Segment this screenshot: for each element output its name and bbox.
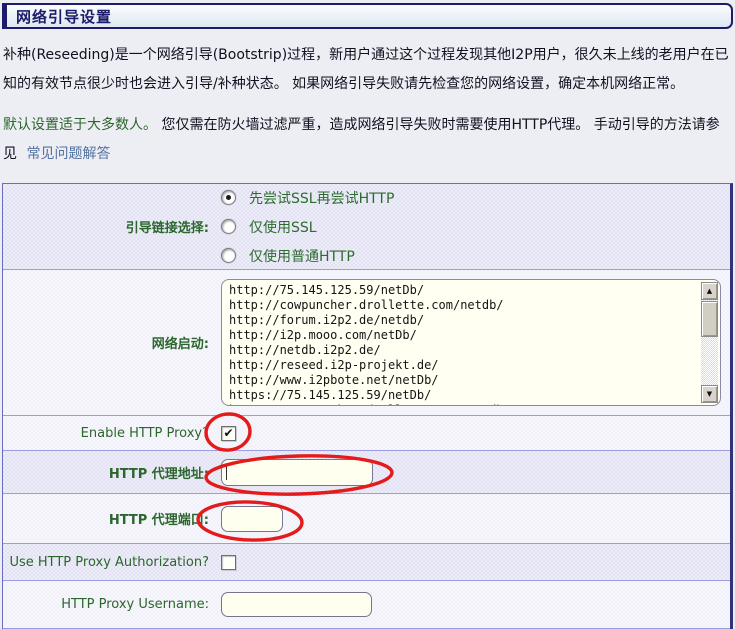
- radio-option-label: 仅使用SSL: [249, 217, 317, 237]
- checkmark-icon: ✔: [223, 426, 233, 440]
- reseed-settings-form: 引导链接选择: 先尝试SSL再尝试HTTP 仅使用SSL 仅使用普通HTTP 网…: [2, 183, 733, 629]
- reseed-url: https://75.145.125.59/netDb/: [229, 388, 694, 403]
- scrollbar-thumb[interactable]: [701, 301, 718, 337]
- radio-option-label: 仅使用普通HTTP: [249, 246, 355, 266]
- bootstrap-choice-label: 引导链接选择:: [3, 217, 215, 236]
- note-lead: 默认设置适于大多数人。: [3, 117, 157, 133]
- row-enable-proxy: Enable HTTP Proxy? ✔: [3, 416, 730, 451]
- proxy-port-label: HTTP 代理端口:: [3, 509, 215, 528]
- radio-option-label: 先尝试SSL再尝试HTTP: [249, 188, 394, 208]
- row-netboot-urls: 网络启动: http://75.145.125.59/netDb/ http:/…: [3, 270, 730, 416]
- text-caret: [226, 465, 227, 480]
- radio-button-icon[interactable]: [221, 190, 236, 205]
- page-title: 网络引导设置: [16, 6, 112, 27]
- radio-option-http-only[interactable]: 仅使用普通HTTP: [221, 246, 730, 266]
- proxy-host-label: HTTP 代理地址:: [3, 463, 215, 482]
- row-proxy-username: HTTP Proxy Username:: [3, 581, 730, 629]
- intro-text: 补种(Reseeding)是一个网络引导(Bootstrip)过程，新用户通过这…: [3, 47, 729, 92]
- reseed-url-list: http://75.145.125.59/netDb/ http://cowpu…: [222, 280, 720, 406]
- proxy-port-input[interactable]: [221, 506, 283, 532]
- scrollbar-up-button[interactable]: ▲: [701, 282, 718, 300]
- bootstrap-radio-group: 先尝试SSL再尝试HTTP 仅使用SSL 仅使用普通HTTP: [221, 188, 730, 266]
- reseed-url-textarea[interactable]: http://75.145.125.59/netDb/ http://cowpu…: [221, 279, 721, 406]
- reseed-url: http://cowpuncher.drollette.com/netdb/: [229, 298, 694, 313]
- reseed-url: http://i2p.mooo.com/netDb/: [229, 328, 694, 343]
- proxy-auth-label: Use HTTP Proxy Authorization?: [3, 555, 215, 570]
- intro-paragraph: 补种(Reseeding)是一个网络引导(Bootstrip)过程，新用户通过这…: [3, 41, 732, 99]
- faq-link[interactable]: 常见问题解答: [26, 146, 110, 162]
- proxy-username-input[interactable]: [221, 592, 372, 617]
- scroll-up-icon: ▲: [707, 287, 712, 295]
- page-title-bar: 网络引导设置: [2, 3, 733, 29]
- reseed-url: http://forum.i2p2.de/netdb/: [229, 313, 694, 328]
- row-proxy-auth: Use HTTP Proxy Authorization?: [3, 544, 730, 581]
- reseed-url: https://cowpuncher.drollette.com/netdb/: [229, 403, 694, 406]
- row-proxy-host: HTTP 代理地址:: [3, 451, 730, 494]
- proxy-host-input[interactable]: [221, 459, 373, 486]
- enable-proxy-label: Enable HTTP Proxy?: [3, 426, 215, 441]
- proxy-auth-checkbox[interactable]: [221, 555, 236, 570]
- netboot-label: 网络启动:: [3, 333, 215, 352]
- scrollbar[interactable]: ▲ ▼: [701, 282, 718, 403]
- radio-button-icon[interactable]: [221, 248, 236, 263]
- row-proxy-port: HTTP 代理端口:: [3, 494, 730, 544]
- proxy-username-label: HTTP Proxy Username:: [3, 597, 215, 612]
- radio-button-icon[interactable]: [221, 219, 236, 234]
- row-bootstrap-choice: 引导链接选择: 先尝试SSL再尝试HTTP 仅使用SSL 仅使用普通HTTP: [3, 184, 730, 270]
- reseed-url: http://netdb.i2p2.de/: [229, 343, 694, 358]
- reseed-url: http://reseed.i2p-projekt.de/: [229, 358, 694, 373]
- scroll-down-icon: ▼: [707, 390, 712, 398]
- radio-option-ssl-then-http[interactable]: 先尝试SSL再尝试HTTP: [221, 188, 730, 208]
- radio-option-ssl-only[interactable]: 仅使用SSL: [221, 217, 730, 237]
- scrollbar-down-button[interactable]: ▼: [701, 385, 718, 403]
- reseed-url: http://75.145.125.59/netDb/: [229, 283, 694, 298]
- enable-proxy-checkbox[interactable]: ✔: [221, 426, 236, 441]
- note-paragraph: 默认设置适于大多数人。 您仅需在防火墙过滤严重，造成网络引导失败时需要使用HTT…: [3, 111, 732, 169]
- reseed-url: http://www.i2pbote.net/netDb/: [229, 373, 694, 388]
